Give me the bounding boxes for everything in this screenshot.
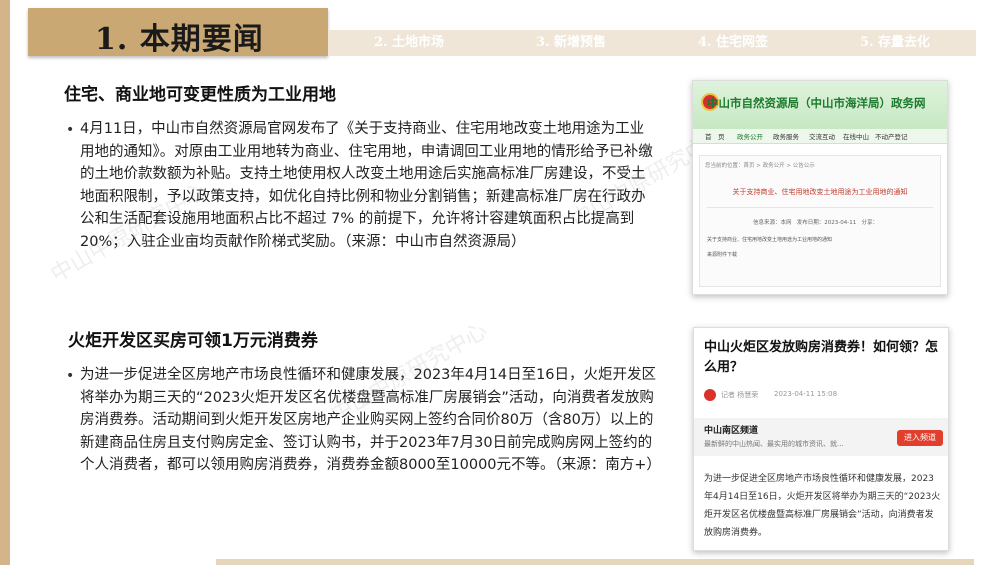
article-title: 关于支持商业、住宅用地改变土地用途为工业用地的通知 (732, 188, 908, 196)
article-meta: 信息来源：本网 发布日期：2023-04-11 分享： (753, 218, 878, 226)
site-nav: 首 页 政务公开 政务服务 交流互动 在线中山 不动产登记 (693, 129, 947, 144)
meta-source: 信息来源：本网 (753, 220, 792, 226)
section-title: 住宅、商业地可变更性质为工业用地 (64, 85, 336, 105)
site-nav-item[interactable]: 不动产登记 (875, 131, 908, 141)
channel-name: 中山南区频道 (704, 426, 759, 436)
enter-channel-button[interactable]: 进入频道 (897, 430, 943, 446)
page-title: 1. 本期要闻 (95, 22, 264, 57)
section-title: 火炬开发区买房可领1万元消费券 (68, 331, 318, 351)
gov-website-screenshot: 中山市自然资源局（中山市海洋局）政务网 首 页 政务公开 政务服务 交流互动 在… (692, 80, 948, 295)
breadcrumb: 您当前的位置：首页 > 政务公开 > 公告公示 (705, 163, 815, 169)
left-accent-bar (0, 0, 10, 565)
bullet-marker: • (66, 122, 75, 138)
divider (707, 207, 933, 208)
bullet-marker: • (66, 368, 75, 384)
tab-residential-signing[interactable]: 4. 住宅网签 (652, 33, 814, 53)
news-paragraph: 为进一步促进全区房地产市场良性循环和健康发展，2023年4月14日至16日，火炬… (80, 367, 661, 473)
media-logo-icon (704, 389, 716, 401)
site-nav-item[interactable]: 首 页 (705, 131, 725, 141)
tab-inventory-absorption[interactable]: 5. 存量去化 (814, 33, 976, 53)
article-author: 记者 杨慧荣 (721, 391, 759, 399)
article-title: 中山火炬区发放购房消费券！如何领？怎么用？ (704, 340, 939, 375)
channel-description: 最新鲜的中山热闻、最实用的城市资讯、就... (704, 440, 844, 448)
tab-land-market[interactable]: 2. 土地市场 (328, 33, 490, 53)
article-line: 关于支持商业、住宅用地改变土地用途为工业用地的通知 (707, 237, 833, 243)
site-title: 中山市自然资源局（中山市海洋局）政务网 (707, 96, 926, 110)
news-paragraph: 4月11日，中山市自然资源局官网发布了《关于支持商业、住宅用地改变土地用途为工业… (80, 121, 653, 250)
site-nav-item[interactable]: 政务服务 (773, 131, 799, 141)
meta-share: 分享： (861, 220, 878, 226)
tab-new-presale[interactable]: 3. 新增预售 (490, 33, 652, 53)
meta-date: 发布日期：2023-04-11 (796, 220, 857, 226)
attachment-link[interactable]: 来源附件下载 (707, 251, 737, 258)
news-article-screenshot: 中山火炬区发放购房消费券！如何领？怎么用？ 记者 杨慧荣 2023-04-11 … (693, 327, 949, 551)
site-nav-item[interactable]: 在线中山 (843, 131, 869, 141)
bottom-accent-bar (216, 559, 974, 565)
site-nav-item[interactable]: 政务公开 (737, 131, 763, 141)
site-nav-item[interactable]: 交流互动 (809, 131, 835, 141)
article-date: 2023-04-11 15:08 (774, 390, 838, 398)
article-body: 为进一步促进全区房地产市场良性循环和健康发展，2023年4月14日至16日，火炬… (704, 474, 941, 538)
